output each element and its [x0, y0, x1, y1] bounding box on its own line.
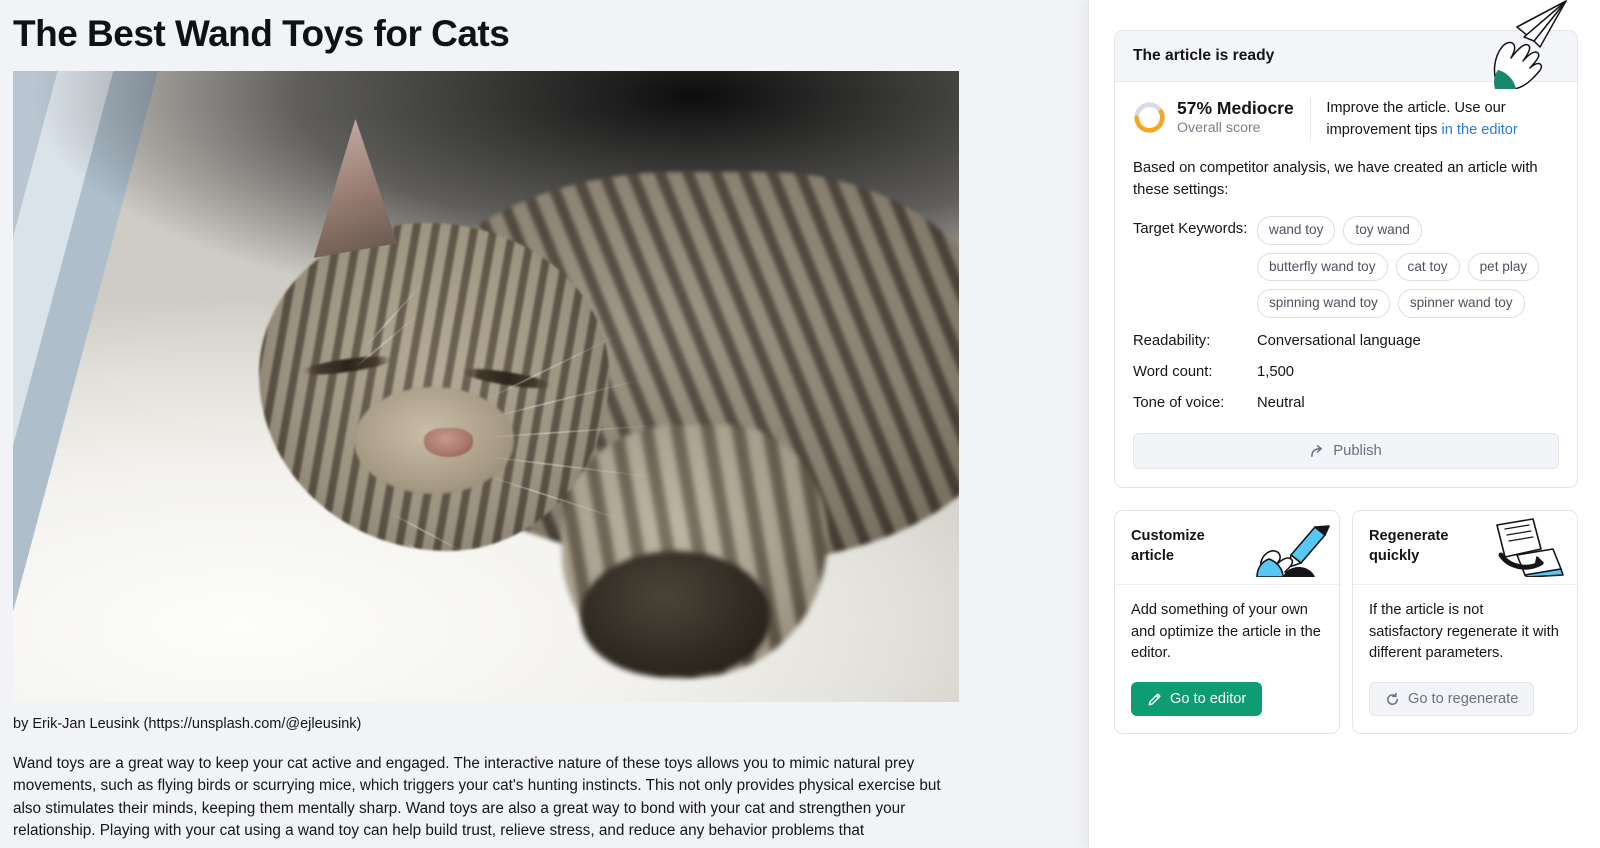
whisker-line — [485, 378, 647, 420]
score-sublabel: Overall score — [1177, 119, 1261, 136]
customize-card-header: Customize article — [1115, 511, 1339, 586]
overall-score-row: 57% Mediocre Overall score Improve the a… — [1133, 98, 1559, 142]
whisker-line — [485, 425, 661, 439]
target-keywords-label: Target Keywords: — [1133, 220, 1248, 237]
keyword-pill[interactable]: butterfly wand toy — [1257, 252, 1388, 282]
article-body-text: Wand toys are a great way to keep your c… — [13, 754, 941, 839]
in-the-editor-link[interactable]: in the editor — [1442, 122, 1518, 138]
regenerate-card-body: If the article is not satisfactory regen… — [1353, 585, 1577, 733]
improve-hint: Improve the article. Use our improvement… — [1310, 98, 1559, 141]
refresh-icon — [1385, 692, 1400, 707]
go-to-regenerate-label: Go to regenerate — [1408, 691, 1519, 707]
publish-button-label: Publish — [1333, 443, 1382, 460]
go-to-regenerate-button[interactable]: Go to regenerate — [1369, 682, 1535, 716]
setting-row: Tone of voice: Neutral — [1133, 395, 1559, 411]
regenerate-card-text: If the article is not satisfactory regen… — [1369, 602, 1559, 662]
setting-key: Word count: — [1133, 364, 1213, 381]
whisker-line — [485, 456, 653, 478]
setting-row: Word count: 1,500 — [1133, 364, 1559, 380]
keyword-pill[interactable]: pet play — [1467, 252, 1540, 282]
setting-row: Readability: Conversational language — [1133, 333, 1559, 349]
keyword-pill[interactable]: spinner wand toy — [1397, 289, 1525, 319]
article-hero-image — [13, 71, 959, 703]
score-donut-chart — [1134, 102, 1165, 133]
target-keywords-block: Target Keywords: wand toy toy wand butterf… — [1133, 215, 1559, 319]
keyword-pill[interactable]: cat toy — [1395, 252, 1460, 282]
page-title: The Best Wand Toys for Cats — [13, 13, 510, 54]
app-root: The Best Wand Toys for Cats by Erik-Jan … — [0, 0, 1600, 848]
article-status-card: The article is ready 57% Mediocre Overal… — [1114, 30, 1578, 489]
whisker-line — [391, 512, 472, 557]
documents-refresh-icon — [1496, 518, 1564, 578]
whisker-line — [485, 475, 629, 523]
go-to-editor-button[interactable]: Go to editor — [1131, 682, 1263, 716]
score-left-group: 57% Mediocre Overall score — [1133, 98, 1310, 137]
go-to-editor-label: Go to editor — [1170, 691, 1247, 707]
regenerate-card-title: Regenerate quickly — [1369, 528, 1449, 564]
share-arrow-icon — [1310, 444, 1325, 459]
score-text-group: 57% Mediocre Overall score — [1177, 98, 1294, 137]
image-caption: by Erik-Jan Leusink (https://unsplash.co… — [13, 716, 362, 733]
customize-article-card: Customize article Add something of your … — [1114, 510, 1340, 734]
keyword-pill[interactable]: wand toy — [1257, 215, 1336, 245]
settings-intro-text: Based on competitor analysis, we have cr… — [1133, 160, 1538, 199]
whisker-line — [400, 538, 466, 587]
publish-button[interactable]: Publish — [1133, 433, 1559, 470]
card-header-title: The article is ready — [1115, 31, 1577, 82]
setting-value: Conversational language — [1257, 333, 1421, 350]
regenerate-card-header: Regenerate quickly — [1353, 511, 1577, 586]
card-body: 57% Mediocre Overall score Improve the a… — [1115, 82, 1577, 487]
setting-value: Neutral — [1257, 395, 1305, 412]
regenerate-card: Regenerate quickly If the article is not… — [1352, 510, 1578, 734]
score-value: 57% Mediocre — [1177, 98, 1294, 118]
keyword-pill[interactable]: spinning wand toy — [1257, 289, 1390, 319]
setting-key: Readability: — [1133, 333, 1211, 350]
side-panel: The article is ready 57% Mediocre Overal… — [1089, 0, 1600, 848]
setting-key: Tone of voice: — [1133, 395, 1225, 412]
cat-whiskers — [13, 71, 959, 702]
article-preview-pane: The Best Wand Toys for Cats by Erik-Jan … — [0, 0, 1089, 848]
customize-card-title: Customize article — [1131, 528, 1205, 564]
hand-holding-pen-icon — [1256, 525, 1330, 578]
settings-rows: Readability: Conversational language Word … — [1133, 333, 1559, 411]
action-cards-row: Customize article Add something of your … — [1114, 510, 1578, 734]
pencil-icon — [1147, 692, 1162, 707]
hero-photo — [13, 71, 959, 703]
keyword-pill[interactable]: toy wand — [1343, 215, 1422, 245]
customize-card-text: Add something of your own and optimize t… — [1131, 602, 1321, 662]
customize-card-body: Add something of your own and optimize t… — [1115, 585, 1339, 733]
keyword-pill-list: wand toy toy wand butterfly wand toy cat to… — [1257, 215, 1559, 319]
setting-value: 1,500 — [1257, 364, 1295, 381]
